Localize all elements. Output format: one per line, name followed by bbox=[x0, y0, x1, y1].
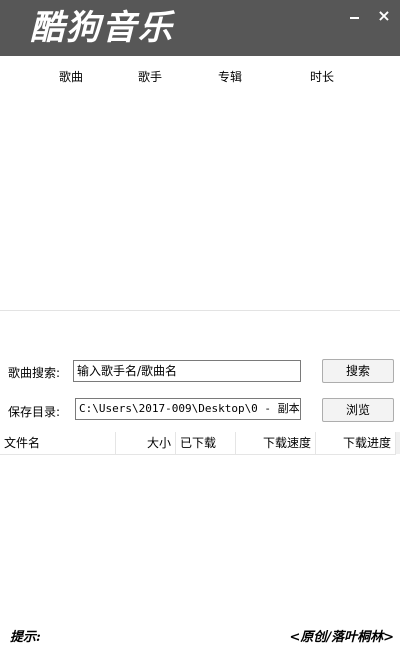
song-results-list[interactable] bbox=[0, 92, 400, 310]
app-logo: 酷狗音乐 bbox=[30, 8, 174, 48]
song-list-header: 歌曲 歌手 专辑 时长 bbox=[0, 58, 400, 92]
download-list-header: 文件名 大小 已下载 下载速度 下载进度 bbox=[0, 432, 396, 455]
column-header-album[interactable]: 专辑 bbox=[218, 68, 242, 85]
header-scroll-stub bbox=[396, 432, 400, 454]
column-header-progress[interactable]: 下载进度 bbox=[316, 432, 396, 454]
credit-text: <原创/落叶桐林> bbox=[289, 630, 394, 645]
column-header-duration[interactable]: 时长 bbox=[310, 68, 334, 85]
minimize-button[interactable] bbox=[347, 8, 363, 24]
column-header-song[interactable]: 歌曲 bbox=[59, 68, 83, 85]
close-icon: × bbox=[377, 6, 391, 25]
close-button[interactable]: × bbox=[376, 8, 392, 24]
title-bar: 酷狗音乐 × bbox=[0, 0, 400, 56]
save-dir-input[interactable]: C:\Users\2017-009\Desktop\0 - 副本 bbox=[75, 398, 301, 420]
column-header-size[interactable]: 大小 bbox=[116, 432, 176, 454]
column-header-filename[interactable]: 文件名 bbox=[0, 432, 116, 454]
search-button[interactable]: 搜索 bbox=[322, 359, 394, 383]
save-dir-label: 保存目录: bbox=[8, 405, 61, 419]
search-input[interactable]: 输入歌手名/歌曲名 bbox=[73, 360, 301, 382]
column-header-downloaded[interactable]: 已下载 bbox=[176, 432, 236, 454]
hint-label: 提示: bbox=[10, 630, 41, 645]
divider bbox=[0, 310, 400, 311]
column-header-singer[interactable]: 歌手 bbox=[138, 68, 162, 85]
search-label: 歌曲搜索: bbox=[8, 366, 61, 380]
minimize-icon bbox=[350, 17, 359, 19]
download-list[interactable] bbox=[0, 455, 400, 620]
browse-button[interactable]: 浏览 bbox=[322, 398, 394, 422]
column-header-speed[interactable]: 下载速度 bbox=[236, 432, 316, 454]
